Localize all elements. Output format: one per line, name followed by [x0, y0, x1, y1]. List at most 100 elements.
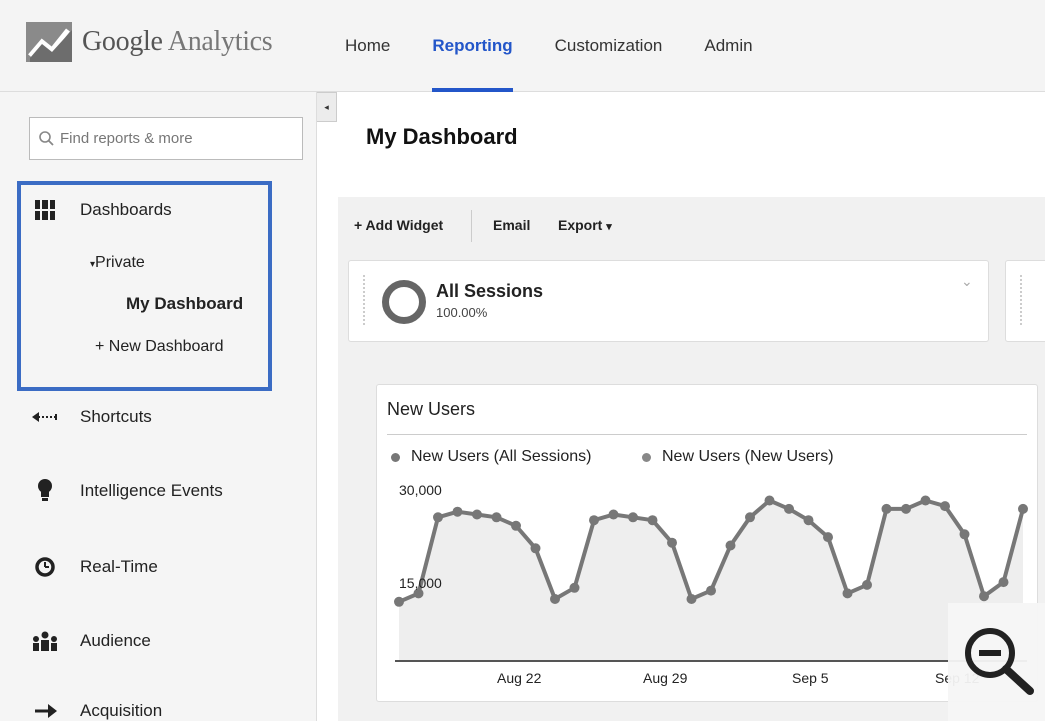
data-point	[998, 577, 1009, 588]
new-users-widget: New Users New Users (All Sessions) New U…	[376, 384, 1038, 702]
segment-ring-icon	[382, 280, 426, 324]
sidebar-new-dashboard[interactable]: + New Dashboard	[95, 338, 224, 356]
data-point	[491, 512, 502, 523]
search-input[interactable]	[60, 130, 280, 147]
data-point	[667, 537, 677, 548]
data-point	[959, 529, 970, 540]
segment-name: All Sessions	[436, 281, 544, 301]
data-point	[530, 543, 541, 554]
lightbulb-icon	[32, 478, 58, 504]
sidebar-item-label: Real-Time	[80, 557, 158, 576]
sidebar-my-dashboard[interactable]: My Dashboard	[126, 294, 243, 314]
data-point	[433, 512, 443, 523]
drag-handle-icon[interactable]	[1020, 275, 1024, 325]
data-point	[608, 509, 619, 520]
data-point	[550, 594, 560, 604]
legend-item-all-sessions: New Users (All Sessions)	[391, 448, 591, 466]
email-button[interactable]: Email	[493, 217, 530, 233]
legend-label: New Users (All Sessions)	[411, 448, 592, 465]
line-chart	[394, 495, 1028, 662]
segment-percent: 100.00%	[436, 305, 488, 320]
nav-customization[interactable]: Customization	[555, 36, 663, 92]
sidebar-item-label: Intelligence Events	[80, 481, 223, 500]
logo-brand: Google	[82, 26, 163, 57]
data-point	[842, 588, 853, 599]
y-tick-label: 15,000	[399, 575, 442, 591]
toolbar-divider	[471, 210, 472, 242]
sidebar-item-label: Audience	[80, 631, 151, 650]
caret-down-icon: ▾	[606, 221, 612, 233]
data-point	[472, 509, 482, 520]
dashboard-body: + Add Widget Email Export ▾ All Sessions…	[338, 197, 1045, 721]
logo-product: Analytics	[167, 26, 273, 57]
data-point	[940, 501, 950, 512]
data-point	[706, 585, 716, 596]
data-point	[803, 515, 814, 526]
x-tick-label: Sep 5	[792, 670, 829, 686]
x-tick-label: Aug 29	[643, 670, 688, 686]
sidebar-item-dashboards[interactable]: Dashboards	[32, 197, 172, 223]
top-nav: Home Reporting Customization Admin	[345, 36, 795, 92]
legend-label: New Users (New Users)	[662, 448, 834, 465]
sidebar-private-group[interactable]: ▾Private	[90, 254, 145, 272]
export-label: Export	[558, 217, 603, 233]
drag-handle-icon[interactable]	[363, 275, 367, 325]
search-icon	[39, 130, 54, 146]
sidebar-item-label: Shortcuts	[80, 407, 152, 426]
legend-dot	[391, 452, 400, 462]
y-tick-label: 30,000	[399, 482, 442, 498]
sidebar-item-shortcuts[interactable]: Shortcuts	[32, 404, 152, 430]
data-point	[589, 515, 599, 526]
sidebar-item-real-time[interactable]: Real-Time	[32, 554, 158, 580]
data-point	[784, 503, 794, 514]
legend-dot	[642, 452, 651, 462]
segment-card-secondary[interactable]	[1005, 260, 1045, 342]
data-point	[394, 596, 404, 607]
series-area	[399, 500, 1023, 661]
data-point	[823, 532, 833, 543]
private-label: Private	[95, 254, 145, 271]
google-analytics-logo[interactable]: Google Analytics	[26, 22, 273, 62]
segment-card[interactable]: All Sessions 100.00% ⌄	[348, 260, 989, 342]
chevron-down-icon[interactable]: ⌄	[961, 273, 973, 290]
title-area: My Dashboard	[338, 92, 1045, 197]
sidebar-item-label: Dashboards	[80, 200, 172, 219]
search-box[interactable]	[29, 117, 303, 160]
sidebar-item-audience[interactable]: Audience	[32, 628, 151, 654]
data-point	[901, 503, 911, 514]
data-point	[725, 540, 736, 551]
arrow-right-icon	[32, 698, 58, 721]
data-point	[745, 512, 755, 523]
data-point	[569, 582, 580, 593]
data-point	[979, 591, 989, 602]
add-widget-button[interactable]: + Add Widget	[354, 217, 443, 233]
nav-admin[interactable]: Admin	[704, 36, 752, 92]
sidebar-item-acquisition[interactable]: Acquisition	[32, 698, 162, 721]
data-point	[452, 506, 463, 517]
data-point	[764, 495, 775, 506]
people-icon	[32, 628, 58, 654]
export-button[interactable]: Export ▾	[558, 217, 612, 233]
data-point	[881, 503, 892, 514]
data-point	[1018, 503, 1028, 514]
clock-icon	[32, 554, 58, 580]
zoom-out-button[interactable]	[948, 603, 1045, 721]
nav-reporting[interactable]: Reporting	[432, 36, 513, 92]
x-tick-label: Aug 22	[497, 670, 542, 686]
nav-home[interactable]: Home	[345, 36, 390, 92]
data-point	[628, 512, 638, 523]
data-point	[920, 495, 931, 506]
analytics-logo-icon	[26, 22, 72, 62]
collapse-sidebar-button[interactable]: ◂	[317, 92, 337, 122]
widget-divider	[387, 434, 1027, 435]
grid-icon	[32, 197, 58, 223]
widget-title: New Users	[387, 399, 476, 419]
legend-item-new-users: New Users (New Users)	[642, 448, 834, 466]
data-point	[511, 520, 521, 531]
top-bar: Google Analytics Home Reporting Customiz…	[0, 0, 1045, 92]
zoom-out-icon	[965, 628, 1034, 695]
sidebar-item-intelligence-events[interactable]: Intelligence Events	[32, 478, 223, 504]
data-point	[862, 579, 872, 590]
arrow-left-icon	[32, 404, 58, 430]
data-point	[686, 594, 697, 604]
